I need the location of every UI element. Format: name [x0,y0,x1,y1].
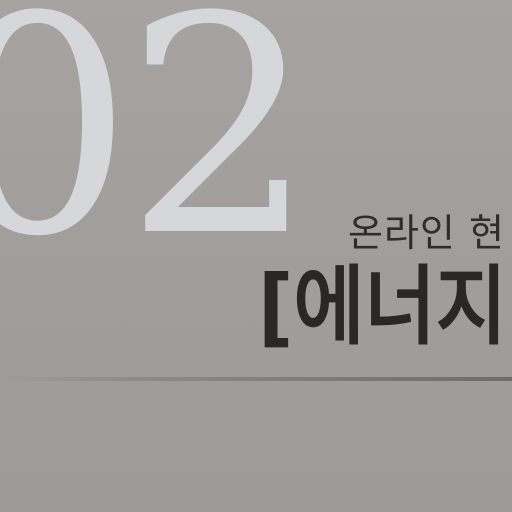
title-text: [에너지 [258,257,508,357]
divider-line [0,377,512,381]
section-number: 02 [0,0,316,302]
banner-canvas: 02 온라인 현 [에너지 [0,0,512,512]
subtitle-text: 온라인 현 [348,211,505,255]
